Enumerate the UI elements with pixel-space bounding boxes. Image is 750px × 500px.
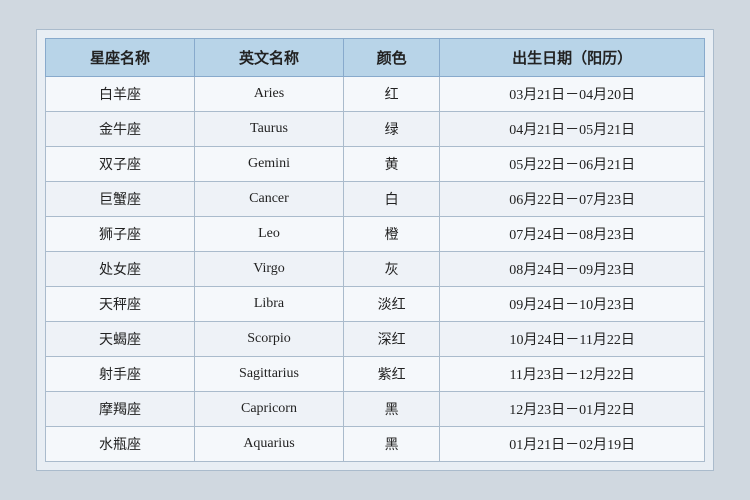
cell-color: 橙	[343, 217, 439, 252]
cell-color: 红	[343, 77, 439, 112]
cell-dates: 07月24日－08月23日	[440, 217, 705, 252]
cell-english-name: Libra	[194, 287, 343, 322]
cell-color: 紫红	[343, 357, 439, 392]
table-header-row: 星座名称 英文名称 颜色 出生日期（阳历）	[46, 39, 705, 77]
table-row: 处女座Virgo灰08月24日－09月23日	[46, 252, 705, 287]
cell-color: 绿	[343, 112, 439, 147]
table-row: 天蝎座Scorpio深红10月24日－11月22日	[46, 322, 705, 357]
cell-chinese-name: 巨蟹座	[46, 182, 195, 217]
table-row: 巨蟹座Cancer白06月22日－07月23日	[46, 182, 705, 217]
cell-english-name: Virgo	[194, 252, 343, 287]
table-row: 射手座Sagittarius紫红11月23日－12月22日	[46, 357, 705, 392]
cell-english-name: Sagittarius	[194, 357, 343, 392]
cell-chinese-name: 双子座	[46, 147, 195, 182]
cell-english-name: Gemini	[194, 147, 343, 182]
header-chinese-name: 星座名称	[46, 39, 195, 77]
cell-chinese-name: 处女座	[46, 252, 195, 287]
cell-english-name: Capricorn	[194, 392, 343, 427]
cell-color: 黑	[343, 427, 439, 462]
cell-dates: 08月24日－09月23日	[440, 252, 705, 287]
cell-dates: 09月24日－10月23日	[440, 287, 705, 322]
cell-english-name: Leo	[194, 217, 343, 252]
cell-color: 白	[343, 182, 439, 217]
table-row: 白羊座Aries红03月21日－04月20日	[46, 77, 705, 112]
cell-color: 黄	[343, 147, 439, 182]
table-row: 双子座Gemini黄05月22日－06月21日	[46, 147, 705, 182]
table-row: 金牛座Taurus绿04月21日－05月21日	[46, 112, 705, 147]
cell-chinese-name: 水瓶座	[46, 427, 195, 462]
cell-dates: 03月21日－04月20日	[440, 77, 705, 112]
cell-english-name: Aries	[194, 77, 343, 112]
cell-dates: 05月22日－06月21日	[440, 147, 705, 182]
header-english-name: 英文名称	[194, 39, 343, 77]
cell-dates: 11月23日－12月22日	[440, 357, 705, 392]
cell-english-name: Scorpio	[194, 322, 343, 357]
cell-color: 深红	[343, 322, 439, 357]
header-color: 颜色	[343, 39, 439, 77]
cell-color: 淡红	[343, 287, 439, 322]
cell-chinese-name: 狮子座	[46, 217, 195, 252]
cell-dates: 04月21日－05月21日	[440, 112, 705, 147]
table-row: 水瓶座Aquarius黑01月21日－02月19日	[46, 427, 705, 462]
cell-color: 黑	[343, 392, 439, 427]
cell-chinese-name: 天秤座	[46, 287, 195, 322]
cell-chinese-name: 摩羯座	[46, 392, 195, 427]
header-dates: 出生日期（阳历）	[440, 39, 705, 77]
cell-color: 灰	[343, 252, 439, 287]
zodiac-table-wrapper: 星座名称 英文名称 颜色 出生日期（阳历） 白羊座Aries红03月21日－04…	[36, 29, 714, 471]
zodiac-table: 星座名称 英文名称 颜色 出生日期（阳历） 白羊座Aries红03月21日－04…	[45, 38, 705, 462]
cell-english-name: Cancer	[194, 182, 343, 217]
table-row: 摩羯座Capricorn黑12月23日－01月22日	[46, 392, 705, 427]
cell-dates: 01月21日－02月19日	[440, 427, 705, 462]
cell-dates: 12月23日－01月22日	[440, 392, 705, 427]
cell-chinese-name: 金牛座	[46, 112, 195, 147]
cell-chinese-name: 白羊座	[46, 77, 195, 112]
table-row: 天秤座Libra淡红09月24日－10月23日	[46, 287, 705, 322]
cell-english-name: Taurus	[194, 112, 343, 147]
table-row: 狮子座Leo橙07月24日－08月23日	[46, 217, 705, 252]
cell-chinese-name: 天蝎座	[46, 322, 195, 357]
table-body: 白羊座Aries红03月21日－04月20日金牛座Taurus绿04月21日－0…	[46, 77, 705, 462]
cell-dates: 10月24日－11月22日	[440, 322, 705, 357]
cell-english-name: Aquarius	[194, 427, 343, 462]
cell-chinese-name: 射手座	[46, 357, 195, 392]
cell-dates: 06月22日－07月23日	[440, 182, 705, 217]
